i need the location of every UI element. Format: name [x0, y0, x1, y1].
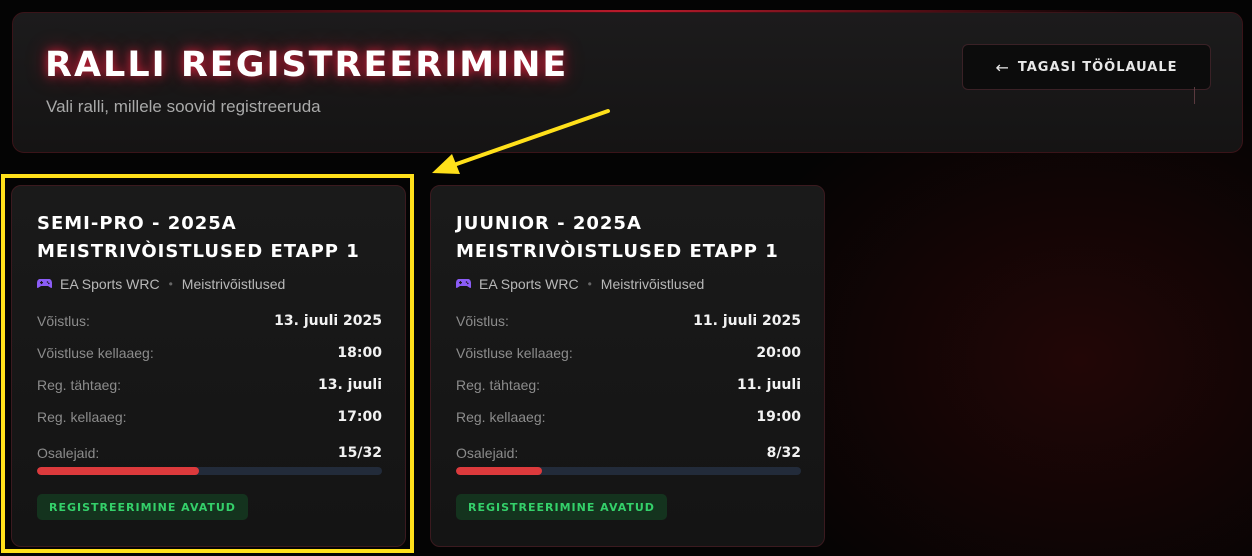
- info-row-reg-deadline: Reg. tähtaeg: 11. juuli: [456, 377, 801, 393]
- info-row-reg-time: Reg. kellaaeg: 19:00: [456, 409, 801, 425]
- back-to-dashboard-button[interactable]: ← TAGASI TÖÖLAUALE: [962, 44, 1211, 90]
- status-badge: REGISTREERIMINE AVATUD: [37, 494, 248, 520]
- info-label: Reg. kellaaeg:: [37, 409, 127, 425]
- meta-separator: •: [587, 277, 592, 291]
- participants-value: 15/32: [337, 445, 382, 461]
- info-value: 17:00: [337, 409, 382, 425]
- info-value: 13. juuli 2025: [274, 313, 382, 329]
- meta-separator: •: [168, 277, 173, 291]
- info-label: Reg. tähtaeg:: [37, 377, 122, 393]
- info-row-race-date: Võistlus: 13. juuli 2025: [37, 313, 382, 329]
- page-subtitle: Vali ralli, millele soovid registreeruda: [46, 97, 321, 116]
- info-label: Reg. kellaaeg:: [456, 409, 546, 425]
- participants-label: Osalejaid:: [37, 445, 100, 461]
- info-label: Reg. tähtaeg:: [456, 377, 541, 393]
- status-badge: REGISTREERIMINE AVATUD: [456, 494, 667, 520]
- participants-progress-fill: [37, 467, 199, 475]
- info-row-participants: Osalejaid: 8/32: [456, 445, 801, 461]
- rally-category: Meistrivõistlused: [600, 276, 705, 292]
- game-name: EA Sports WRC: [479, 276, 579, 292]
- game-name: EA Sports WRC: [60, 276, 160, 292]
- page-title: RALLI REGISTREERIMINE: [45, 45, 569, 85]
- info-row-participants: Osalejaid: 15/32: [37, 445, 382, 461]
- rally-title: SEMI-PRO - 2025A MEISTRIVÒISTLUSED ETAPP…: [37, 213, 360, 262]
- rally-meta: EA Sports WRC • Meistrivõistlused: [36, 276, 286, 292]
- participants-progress-fill: [456, 467, 543, 475]
- info-value: 19:00: [756, 409, 801, 425]
- rally-card-junior[interactable]: JUUNIOR - 2025A MEISTRIVÒISTLUSED ETAPP …: [430, 185, 825, 547]
- rally-meta: EA Sports WRC • Meistrivõistlused: [455, 276, 705, 292]
- gamepad-icon: [36, 276, 53, 292]
- decorative-divider: [1194, 87, 1195, 104]
- rally-category: Meistrivõistlused: [181, 276, 286, 292]
- info-row-race-date: Võistlus: 11. juuli 2025: [456, 313, 801, 329]
- info-label: Võistluse kellaaeg:: [456, 345, 573, 361]
- participants-label: Osalejaid:: [456, 445, 519, 461]
- gamepad-icon: [455, 276, 472, 292]
- info-value: 11. juuli 2025: [693, 313, 801, 329]
- info-label: Võistluse kellaaeg:: [37, 345, 154, 361]
- participants-value: 8/32: [766, 445, 801, 461]
- info-label: Võistlus:: [456, 313, 509, 329]
- rally-title: JUUNIOR - 2025A MEISTRIVÒISTLUSED ETAPP …: [456, 213, 779, 262]
- info-value: 18:00: [337, 345, 382, 361]
- participants-progress-bar: [37, 467, 382, 475]
- info-row-reg-deadline: Reg. tähtaeg: 13. juuli: [37, 377, 382, 393]
- info-value: 13. juuli: [317, 377, 382, 393]
- info-row-race-time: Võistluse kellaaeg: 18:00: [37, 345, 382, 361]
- participants-progress-bar: [456, 467, 801, 475]
- info-value: 11. juuli: [736, 377, 801, 393]
- info-row-race-time: Võistluse kellaaeg: 20:00: [456, 345, 801, 361]
- info-row-reg-time: Reg. kellaaeg: 17:00: [37, 409, 382, 425]
- info-value: 20:00: [756, 345, 801, 361]
- page: RALLI REGISTREERIMINE Vali ralli, millel…: [0, 0, 1252, 556]
- back-button-label: TAGASI TÖÖLAUALE: [1017, 59, 1178, 75]
- arrow-left-icon: ←: [995, 57, 1010, 77]
- info-label: Võistlus:: [37, 313, 90, 329]
- header-panel: RALLI REGISTREERIMINE Vali ralli, millel…: [12, 12, 1243, 153]
- rally-card-semi-pro[interactable]: SEMI-PRO - 2025A MEISTRIVÒISTLUSED ETAPP…: [11, 185, 406, 547]
